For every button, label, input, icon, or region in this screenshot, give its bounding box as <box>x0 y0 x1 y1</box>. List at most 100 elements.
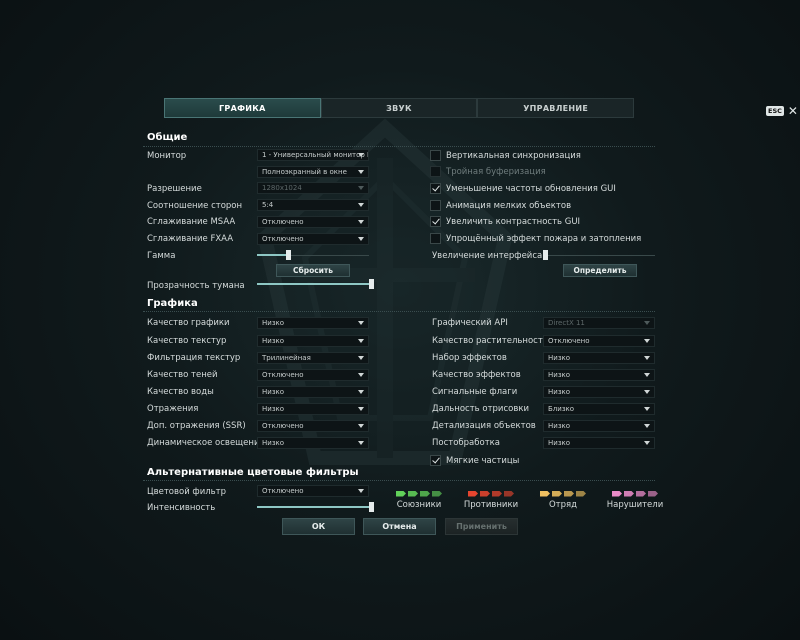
aspect-ratio-value: 5:4 <box>262 201 274 209</box>
slider-fill <box>257 283 369 285</box>
color-filter-dropdown[interactable]: Отключено <box>257 485 369 497</box>
flag-icon <box>492 490 502 497</box>
small-objects-animation-label: Анимация мелких объектов <box>446 201 572 211</box>
ui-scale-slider[interactable] <box>543 250 655 261</box>
resolution-dropdown: 1280x1024 <box>257 182 369 194</box>
flag-icon <box>420 490 430 497</box>
close-icon[interactable]: ✕ <box>788 105 798 117</box>
graphics-setting-dropdown[interactable]: Низко <box>257 403 369 415</box>
close-control[interactable]: ESC ✕ <box>766 105 798 117</box>
simplified-fire-checkbox[interactable] <box>430 233 441 244</box>
graphics-setting-dropdown[interactable]: Низко <box>257 335 369 347</box>
graphics-setting-label: Качество воды <box>147 387 214 397</box>
tab-sound[interactable]: ЗВУК <box>320 98 478 118</box>
graphics-setting-dropdown[interactable]: Отключено <box>543 335 655 347</box>
reset-button[interactable]: Сбросить <box>276 264 350 277</box>
dropdown-value: Трилинейная <box>262 354 311 362</box>
graphics-setting-dropdown[interactable]: Низко <box>543 386 655 398</box>
color-filter-label: Цветовой фильтр <box>147 487 227 497</box>
simplified-fire-label: Упрощённый эффект пожара и затопления <box>446 234 642 244</box>
flag-icon <box>552 490 562 497</box>
legend-flags <box>396 490 442 497</box>
esc-key-icon: ESC <box>766 106 784 116</box>
dropdown-value: Низко <box>262 388 285 396</box>
triple-buffering-label: Тройная буферизация <box>446 167 546 177</box>
small-objects-animation-checkbox[interactable] <box>430 200 441 211</box>
msaa-label: Сглаживание MSAA <box>147 217 236 227</box>
graphics-setting-dropdown[interactable]: Отключено <box>257 420 369 432</box>
display-mode-dropdown[interactable]: Полноэкранный в окне <box>257 166 369 178</box>
tab-controls[interactable]: УПРАВЛЕНИЕ <box>477 98 635 118</box>
fxaa-label: Сглаживание FXAA <box>147 234 234 244</box>
dropdown-value: Близко <box>548 405 575 413</box>
graphics-setting-dropdown[interactable]: Трилинейная <box>257 352 369 364</box>
legend-label: Нарушители <box>606 500 664 510</box>
flag-icon <box>624 490 634 497</box>
soft-particles-checkbox[interactable] <box>430 455 441 466</box>
graphics-setting-dropdown[interactable]: Близко <box>543 403 655 415</box>
gui-refresh-label: Уменьшение частоты обновления GUI <box>446 184 616 194</box>
chevron-down-icon <box>644 339 650 343</box>
ok-button[interactable]: ОК <box>282 518 355 535</box>
graphics-setting-dropdown[interactable]: Низко <box>257 437 369 449</box>
chevron-down-icon <box>358 373 364 377</box>
graphics-setting-label: Отражения <box>147 404 199 414</box>
gui-refresh-checkbox[interactable] <box>430 183 441 194</box>
graphics-setting-label: Динамическое освещение <box>147 438 265 448</box>
graphics-setting-label: Качество растительности <box>432 336 549 346</box>
flag-icon <box>468 490 478 497</box>
vsync-checkbox[interactable] <box>430 150 441 161</box>
flag-icon <box>408 490 418 497</box>
slider-handle[interactable] <box>543 250 548 260</box>
flag-icon <box>636 490 646 497</box>
section-filters-title: Альтернативные цветовые фильтры <box>147 467 359 478</box>
flag-icon <box>576 490 586 497</box>
dropdown-value: Отключено <box>262 371 304 379</box>
flag-icon <box>480 490 490 497</box>
graphics-setting-label: Фильтрация текстур <box>147 353 241 363</box>
graphics-setting-dropdown[interactable]: Низко <box>543 420 655 432</box>
graphics-setting-label: Сигнальные флаги <box>432 387 518 397</box>
slider-fill <box>257 254 286 256</box>
chevron-down-icon <box>644 441 650 445</box>
display-mode-value: Полноэкранный в окне <box>262 168 347 176</box>
legend-flags <box>540 490 586 497</box>
graphics-setting-dropdown[interactable]: Низко <box>257 317 369 329</box>
legend-flags <box>612 490 658 497</box>
dropdown-value: Низко <box>262 405 285 413</box>
tab-graphics[interactable]: ГРАФИКА <box>164 98 321 118</box>
slider-handle[interactable] <box>286 250 291 260</box>
chevron-down-icon <box>358 203 364 207</box>
intensity-slider[interactable] <box>257 502 374 513</box>
flag-icon <box>648 490 658 497</box>
graphics-setting-label: Постобработка <box>432 438 500 448</box>
chevron-down-icon <box>358 424 364 428</box>
monitor-dropdown[interactable]: 1 - Универсальный монитор PnP <box>257 149 369 161</box>
slider-handle[interactable] <box>369 279 374 289</box>
legend-item: Отряд <box>528 490 598 510</box>
graphics-setting-dropdown[interactable]: Низко <box>543 352 655 364</box>
gui-contrast-checkbox[interactable] <box>430 216 441 227</box>
ui-scale-label: Увеличение интерфейса <box>432 251 543 261</box>
flag-icon <box>432 490 442 497</box>
section-divider <box>143 311 655 312</box>
dropdown-value: Отключено <box>262 422 304 430</box>
cancel-button[interactable]: Отмена <box>363 518 436 535</box>
flag-icon <box>504 490 514 497</box>
gui-contrast-label: Увеличить контрастность GUI <box>446 217 581 227</box>
slider-handle[interactable] <box>369 502 374 512</box>
graphics-setting-dropdown[interactable]: Низко <box>543 369 655 381</box>
chevron-down-icon <box>358 356 364 360</box>
gamma-slider[interactable] <box>257 250 369 261</box>
chevron-down-icon <box>644 321 650 325</box>
detect-button[interactable]: Определить <box>563 264 637 277</box>
graphics-setting-dropdown[interactable]: Отключено <box>257 369 369 381</box>
fog-transparency-slider[interactable] <box>257 279 374 290</box>
graphics-setting-dropdown[interactable]: Низко <box>257 386 369 398</box>
chevron-down-icon <box>358 237 364 241</box>
fxaa-dropdown[interactable]: Отключено <box>257 233 369 245</box>
msaa-dropdown[interactable]: Отключено <box>257 216 369 228</box>
graphics-setting-dropdown[interactable]: Низко <box>543 437 655 449</box>
aspect-ratio-dropdown[interactable]: 5:4 <box>257 199 369 211</box>
legend-flags <box>468 490 514 497</box>
